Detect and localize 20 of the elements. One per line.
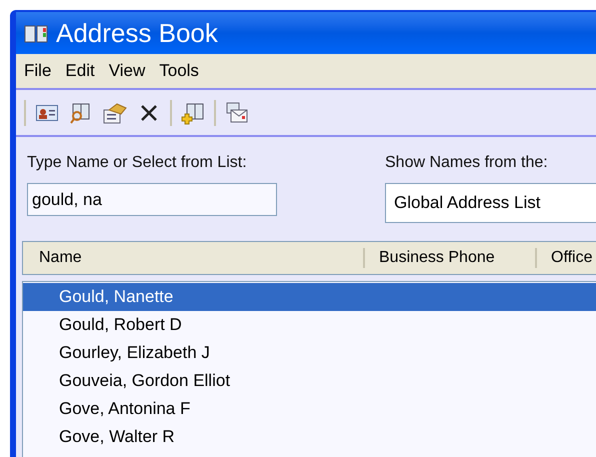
menu-item[interactable]: View [108, 58, 146, 84]
contact-row[interactable]: Gourley, Elizabeth J [23, 339, 596, 367]
contact-row[interactable]: Gove, Walter R [23, 423, 596, 451]
menu-item[interactable]: Tools [159, 58, 199, 84]
menu-item[interactable]: File [24, 58, 52, 84]
envelope-icon[interactable] [224, 100, 250, 126]
contact-row[interactable]: Gouveia, Gordon Elliot [23, 367, 596, 395]
contact-row[interactable]: Gould, Robert D [23, 311, 596, 339]
contact-row[interactable]: Gould, Nanette [23, 283, 596, 311]
field-label: Show Names from the: [385, 153, 549, 173]
book-icon [24, 23, 48, 43]
address-list-dropdown[interactable]: Global Address List [385, 183, 596, 223]
column-header[interactable]: Business Phone [365, 246, 535, 270]
column-header[interactable]: Name [23, 246, 363, 270]
name-input-field[interactable]: gould, na [27, 183, 277, 216]
window-title: Address Book [56, 20, 218, 46]
menu-item[interactable]: Edit [65, 58, 95, 84]
column-header[interactable]: Office [537, 246, 596, 270]
field-label: Type Name or Select from List: [27, 153, 248, 173]
contact-row[interactable]: Gove, Antonina F [23, 395, 596, 423]
